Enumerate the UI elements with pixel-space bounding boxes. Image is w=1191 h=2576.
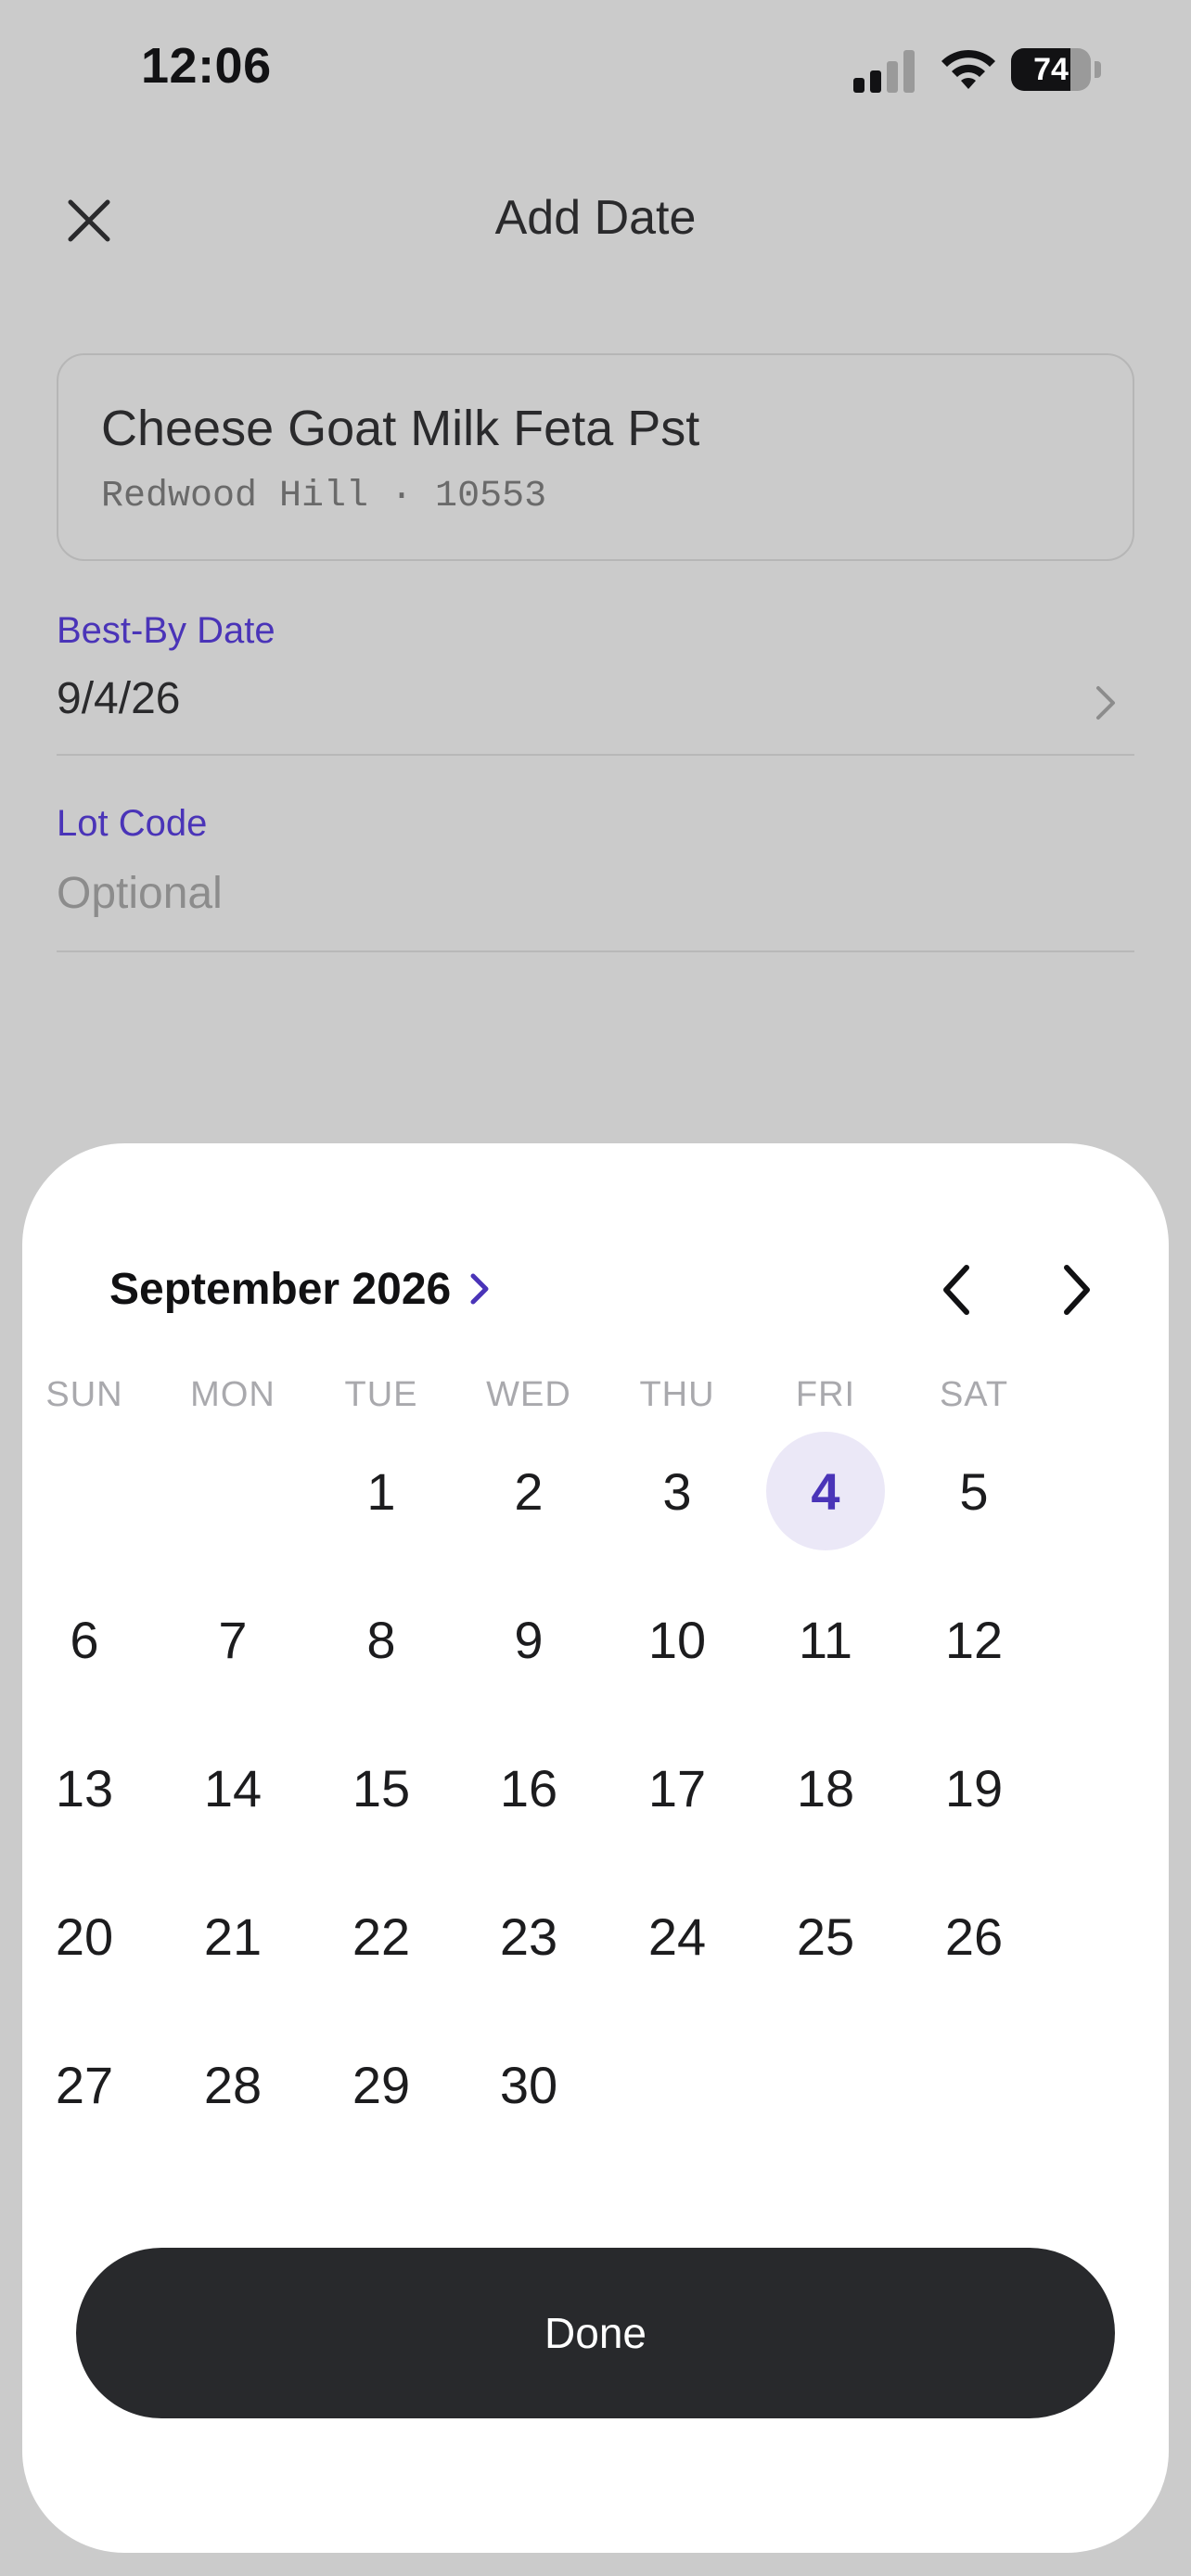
calendar-day[interactable]: 26	[915, 1877, 1033, 1996]
calendar-day[interactable]: 1	[322, 1432, 441, 1550]
divider	[57, 950, 1134, 952]
battery-icon: 74	[1011, 48, 1104, 91]
chevron-left-icon	[943, 1265, 969, 1315]
status-time: 12:06	[141, 38, 272, 94]
calendar-day[interactable]: 20	[25, 1877, 144, 1996]
chevron-right-icon	[470, 1273, 489, 1305]
divider	[57, 754, 1134, 756]
best-by-label: Best-By Date	[57, 610, 275, 651]
calendar-day[interactable]: 12	[915, 1580, 1033, 1699]
done-button[interactable]: Done	[76, 2248, 1115, 2418]
weekday-wed: WED	[486, 1375, 571, 1414]
calendar-day-selected[interactable]: 4	[766, 1432, 885, 1550]
battery-percent: 74	[1033, 52, 1069, 87]
calendar-day[interactable]: 18	[766, 1728, 885, 1847]
month-year-button[interactable]: September 2026	[109, 1252, 492, 1326]
best-by-field[interactable]: 9/4/26	[57, 668, 1134, 751]
weekday-fri: FRI	[795, 1375, 856, 1414]
weekday-thu: THU	[639, 1375, 715, 1414]
calendar-day[interactable]: 9	[469, 1580, 588, 1699]
lot-code-label: Lot Code	[57, 803, 208, 844]
calendar-day[interactable]: 13	[25, 1728, 144, 1847]
calendar-day[interactable]: 3	[618, 1432, 736, 1550]
calendar-day[interactable]: 2	[469, 1432, 588, 1550]
calendar-day[interactable]: 16	[469, 1728, 588, 1847]
weekday-mon: MON	[190, 1375, 275, 1414]
best-by-value: 9/4/26	[57, 674, 181, 723]
calendar-day[interactable]: 14	[173, 1728, 292, 1847]
page-title: Add Date	[494, 191, 697, 245]
signal-icon	[853, 50, 915, 93]
weekday-sun: SUN	[45, 1375, 123, 1414]
calendar-day[interactable]: 15	[322, 1728, 441, 1847]
lot-code-field[interactable]: Optional	[57, 862, 1134, 946]
calendar-day[interactable]: 28	[173, 2025, 292, 2144]
calendar-day[interactable]: 22	[322, 1877, 441, 1996]
calendar-day[interactable]: 23	[469, 1877, 588, 1996]
calendar-day[interactable]: 25	[766, 1877, 885, 1996]
wifi-icon	[941, 49, 995, 89]
weekday-tue: TUE	[344, 1375, 418, 1414]
calendar-day[interactable]: 21	[173, 1877, 292, 1996]
lot-code-placeholder: Optional	[57, 869, 223, 918]
calendar-day[interactable]: 8	[322, 1580, 441, 1699]
chevron-right-icon	[1096, 686, 1115, 720]
date-picker-sheet: September 2026 SUN MON TUE WED THU FRI SAT 123…	[22, 1143, 1169, 2553]
previous-month-button[interactable]	[913, 1245, 1002, 1334]
calendar-day[interactable]: 6	[25, 1580, 144, 1699]
calendar-day[interactable]: 27	[25, 2025, 144, 2144]
month-year-label: September 2026	[109, 1264, 452, 1314]
next-month-button[interactable]	[1031, 1245, 1121, 1334]
product-card: Cheese Goat Milk Feta Pst Redwood Hill ·…	[57, 353, 1134, 561]
calendar-day[interactable]: 11	[766, 1580, 885, 1699]
calendar-day[interactable]: 7	[173, 1580, 292, 1699]
calendar-day[interactable]: 30	[469, 2025, 588, 2144]
calendar-day[interactable]: 17	[618, 1728, 736, 1847]
weekday-sat: SAT	[939, 1375, 1009, 1414]
calendar-day[interactable]: 10	[618, 1580, 736, 1699]
product-meta: Redwood Hill · 10553	[101, 476, 547, 517]
calendar-day[interactable]: 24	[618, 1877, 736, 1996]
calendar-day[interactable]: 29	[322, 2025, 441, 2144]
calendar-day[interactable]: 19	[915, 1728, 1033, 1847]
calendar-day[interactable]: 5	[915, 1432, 1033, 1550]
product-name: Cheese Goat Milk Feta Pst	[101, 401, 700, 456]
chevron-right-icon	[1064, 1265, 1090, 1315]
done-label: Done	[544, 2309, 647, 2357]
